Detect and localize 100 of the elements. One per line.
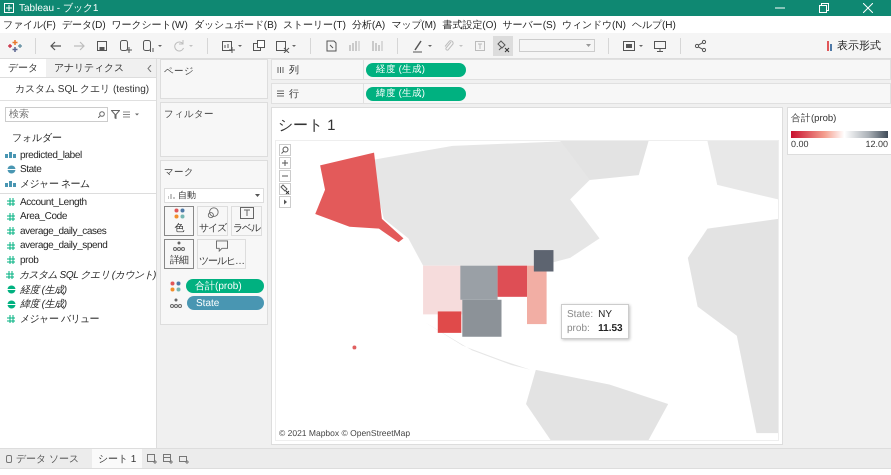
window-title: Tableau - ブック1	[19, 2, 100, 15]
detail-dots-icon	[173, 241, 185, 251]
monitor-icon[interactable]	[653, 38, 667, 52]
legend-min: 0.00	[791, 139, 809, 149]
globe-icon	[6, 165, 16, 174]
search-icon[interactable]	[279, 144, 291, 156]
field-item[interactable]: prob	[20, 254, 38, 266]
save-icon[interactable]	[95, 38, 109, 52]
pane-tab[interactable]: データ	[0, 59, 46, 77]
size-circles-icon	[206, 207, 220, 219]
new-dashboard-icon[interactable]	[163, 454, 174, 464]
filter-icon[interactable]	[111, 110, 120, 119]
sheet-tab[interactable]: シート 1	[92, 449, 142, 468]
card-title: ページ	[164, 65, 195, 78]
field-item[interactable]: State	[20, 164, 42, 176]
hash-icon	[7, 314, 15, 323]
zoom-in-icon[interactable]	[279, 157, 291, 169]
close-icon[interactable]	[863, 3, 873, 13]
maximize-icon[interactable]	[819, 3, 829, 13]
mark-property-button[interactable]: 詳細	[164, 239, 194, 269]
card-title: フィルター	[164, 108, 215, 121]
folder-heading: フォルダー	[11, 132, 63, 146]
clear-sheet-icon[interactable]	[275, 38, 297, 52]
text-type-icon	[5, 151, 17, 160]
map-view[interactable]: © 2021 Mapbox © OpenStreetMap State: NY prob: 11.53	[275, 140, 779, 441]
field-item[interactable]: メジャー バリュー	[20, 312, 100, 326]
hash-icon	[6, 271, 14, 280]
menu-item[interactable]: データ(D)	[62, 18, 106, 32]
datasource-icon	[6, 454, 12, 462]
field-item[interactable]: average_daily_cases	[20, 226, 106, 237]
back-arrow-icon[interactable]	[49, 38, 63, 52]
menu-item[interactable]: ストーリー(T)	[283, 18, 346, 32]
menu-item[interactable]: 分析(A)	[352, 18, 386, 32]
menu-item[interactable]: マップ(M)	[391, 18, 436, 32]
search-field[interactable]: 検索	[5, 107, 108, 122]
field-item[interactable]: average_daily_spend	[20, 240, 108, 252]
detail-dots-icon	[170, 298, 182, 308]
field-item[interactable]: 経度 (生成)	[20, 282, 67, 297]
datasource-pause-icon[interactable]	[141, 38, 163, 52]
expand-icon[interactable]	[279, 196, 291, 208]
hash-icon	[7, 256, 15, 264]
globe-icon	[6, 285, 16, 294]
shelf-label: 列	[289, 64, 299, 76]
hash-icon	[7, 212, 15, 221]
pin-icon[interactable]	[496, 38, 510, 52]
new-story-icon[interactable]	[179, 454, 190, 464]
hash-icon	[7, 242, 15, 250]
chart-size-icon[interactable]	[622, 38, 644, 52]
show-me-button[interactable]: 表示形式	[825, 37, 883, 54]
list-view-icon[interactable]	[123, 111, 140, 118]
card-title: マーク	[164, 166, 195, 179]
color-dots-icon	[174, 208, 184, 218]
field-item[interactable]: predicted_label	[20, 150, 82, 161]
caret-icon	[586, 44, 591, 47]
mark-property-button[interactable]: 色	[164, 206, 194, 236]
app-logo-icon	[4, 3, 14, 13]
color-dots-icon	[170, 280, 181, 292]
menu-item[interactable]: ウィンドウ(N)	[562, 18, 626, 32]
new-worksheet-icon[interactable]	[147, 454, 158, 464]
sheet-title: シート 1	[277, 116, 337, 135]
text-type-icon	[5, 180, 17, 188]
collapse-icon[interactable]	[147, 64, 152, 72]
mark-type-icon	[168, 192, 175, 198]
map-attribution: © 2021 Mapbox © OpenStreetMap	[279, 428, 410, 438]
mark-property-button[interactable]: サイズ	[197, 206, 228, 236]
menu-item[interactable]: 書式設定(O)	[442, 18, 497, 32]
menu-item[interactable]: ファイル(F)	[3, 18, 56, 32]
hash-icon	[7, 227, 15, 236]
menu-item[interactable]: ダッシュボード(B)	[194, 18, 278, 32]
columns-icon	[277, 66, 284, 73]
add-datasource-icon[interactable]	[118, 38, 132, 52]
menu-item[interactable]: サーバー(S)	[502, 18, 556, 32]
shelf-label: 行	[289, 88, 299, 100]
field-item[interactable]: Area_Code	[20, 211, 67, 222]
rows-icon	[277, 90, 284, 97]
share-icon[interactable]	[694, 38, 708, 52]
mark-property-button[interactable]: ラベル	[231, 206, 262, 236]
legend-title: 合計(prob)	[791, 112, 838, 125]
menu-item[interactable]: ワークシート(W)	[112, 18, 188, 32]
pen-icon[interactable]	[411, 38, 433, 52]
duplicate-icon[interactable]	[252, 38, 266, 52]
field-item[interactable]: カスタム SQL クエリ (カウント)	[18, 268, 156, 282]
app-logo-icon[interactable]	[8, 38, 22, 52]
tooltip-value: NY	[598, 309, 614, 320]
hash-icon	[7, 198, 15, 206]
globe-icon	[6, 300, 16, 309]
mark-type-dropdown[interactable]: 自動	[164, 188, 264, 203]
datasource-name[interactable]: カスタム SQL クエリ (testing)	[15, 82, 150, 96]
speech-bubble-icon	[214, 240, 228, 252]
field-item[interactable]: Account_Length	[20, 196, 87, 208]
tooltip-value: 11.53	[598, 323, 623, 334]
mark-property-button[interactable]: ツールヒ…	[197, 239, 246, 269]
new-sheet-icon[interactable]	[221, 38, 243, 52]
zoom-out-icon[interactable]	[279, 170, 291, 182]
bar-chart-icon	[827, 40, 834, 50]
field-item[interactable]: 緯度 (生成)	[20, 297, 67, 312]
legend-max: 12.00	[865, 139, 888, 149]
pin-icon[interactable]	[279, 183, 291, 195]
menu-item[interactable]: ヘルプ(H)	[632, 18, 676, 32]
field-item[interactable]: メジャー ネーム	[20, 177, 90, 192]
